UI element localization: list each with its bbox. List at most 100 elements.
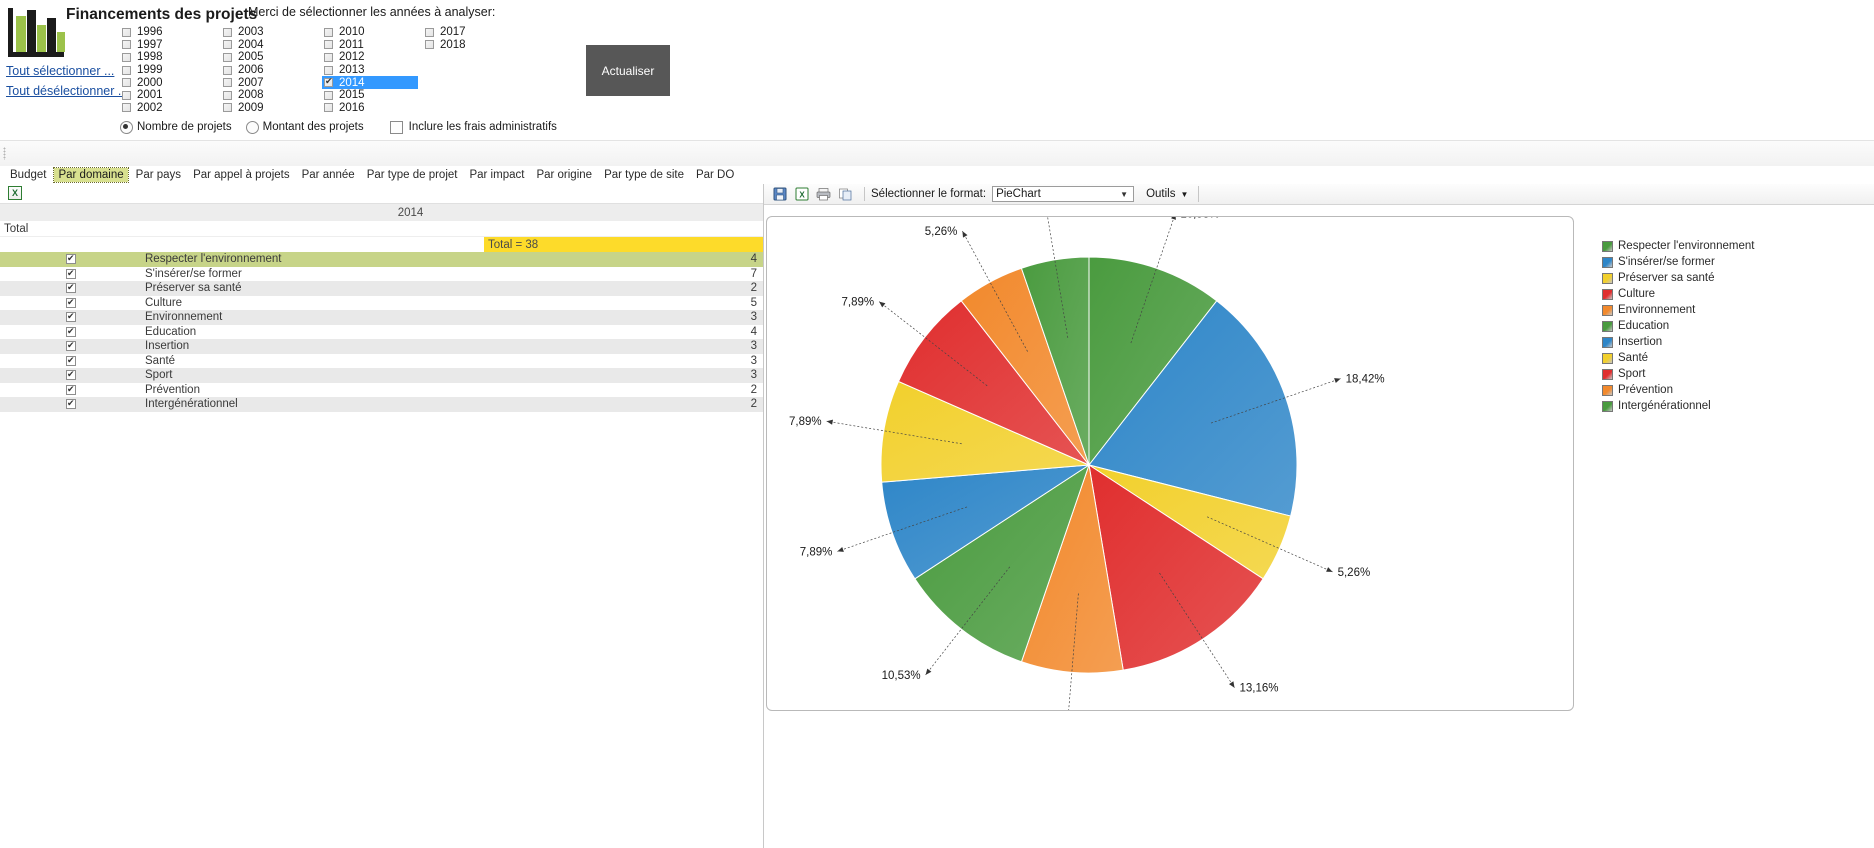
total-badge: Total = 38 xyxy=(484,237,763,252)
checkbox-indicator-2000 xyxy=(122,78,131,88)
year-checkbox-1998[interactable]: 1998 xyxy=(120,51,216,64)
panel-splitter[interactable] xyxy=(0,140,1874,167)
year-checkbox-1999[interactable]: 1999 xyxy=(120,64,216,77)
tab-par-domaine[interactable]: Par domaine xyxy=(53,167,129,183)
year-label: 2008 xyxy=(238,89,264,102)
save-disk-icon[interactable] xyxy=(770,185,789,203)
row-checkbox[interactable] xyxy=(58,252,84,265)
table-row[interactable]: Environnement 3 xyxy=(0,310,763,325)
row-checkbox[interactable] xyxy=(58,383,84,395)
year-checkbox-2018[interactable]: 2018 xyxy=(423,39,519,52)
year-checkbox-2002[interactable]: 2002 xyxy=(120,102,216,115)
tab-par-do[interactable]: Par DO xyxy=(692,168,738,182)
excel-export-icon[interactable]: X xyxy=(792,185,811,203)
row-checkbox[interactable] xyxy=(58,281,84,294)
year-checkbox-2001[interactable]: 2001 xyxy=(120,89,216,102)
year-checkbox-2012[interactable]: 2012 xyxy=(322,51,418,64)
year-checkbox-2013[interactable]: 2013 xyxy=(322,64,418,77)
table-row[interactable]: S'insérer/se former 7 xyxy=(0,266,763,281)
year-checkbox-2011[interactable]: 2011 xyxy=(322,39,418,52)
checkbox-indicator-2016 xyxy=(324,103,333,113)
pie-callout-arrow xyxy=(879,301,886,308)
excel-export-icon[interactable]: X xyxy=(8,186,22,200)
year-checkbox-2000[interactable]: 2000 xyxy=(120,76,216,89)
legend-label: Santé xyxy=(1618,352,1649,364)
year-checkbox-2009[interactable]: 2009 xyxy=(221,102,317,115)
table-row[interactable]: Préserver sa santé 2 xyxy=(0,281,763,296)
tab-par-impact[interactable]: Par impact xyxy=(465,168,528,182)
table-row[interactable]: Education 4 xyxy=(0,324,763,339)
tab-par-type-de-projet[interactable]: Par type de projet xyxy=(363,168,462,182)
year-checkbox-1997[interactable]: 1997 xyxy=(120,39,216,52)
row-checkbox-indicator xyxy=(66,383,76,395)
tab-par-appel-projets[interactable]: Par appel à projets xyxy=(189,168,294,182)
toolbar-divider xyxy=(864,187,865,201)
legend-item: Sport xyxy=(1602,366,1822,382)
legend-swatch xyxy=(1602,272,1613,284)
year-label: 2006 xyxy=(238,64,264,77)
legend-item: Insertion xyxy=(1602,334,1822,350)
year-label: 2012 xyxy=(339,51,365,64)
row-value: 2 xyxy=(750,282,757,295)
year-checkbox-2010[interactable]: 2010 xyxy=(322,26,418,39)
table-row[interactable]: Prévention 2 xyxy=(0,382,763,397)
pie-chart-container: 10,53% 18,42% 5,26% 13,16% 7,89% 10,53% 7,89% 7… xyxy=(766,216,1574,711)
splitter-grip[interactable] xyxy=(3,147,6,160)
table-row[interactable]: Intergénérationnel 2 xyxy=(0,397,763,412)
deselect-all-link[interactable]: Tout désélectionner ... xyxy=(6,84,128,98)
year-checkbox-2004[interactable]: 2004 xyxy=(221,39,317,52)
table-row[interactable]: Sport 3 xyxy=(0,368,763,383)
tools-menu-button[interactable]: Outils ▼ xyxy=(1146,188,1188,200)
year-checkbox-2005[interactable]: 2005 xyxy=(221,51,317,64)
radio-montant-des-projets[interactable]: Montant des projets xyxy=(245,120,364,134)
table-row[interactable]: Culture 5 xyxy=(0,295,763,310)
year-checkbox-2014[interactable]: 2014 xyxy=(322,76,418,89)
year-checkbox-2017[interactable]: 2017 xyxy=(423,26,519,39)
tab-par-pays[interactable]: Par pays xyxy=(132,168,185,182)
select-all-link[interactable]: Tout sélectionner ... xyxy=(6,64,114,78)
row-checkbox[interactable] xyxy=(58,368,84,381)
table-row[interactable]: Insertion 3 xyxy=(0,339,763,354)
tab-par-ann-e[interactable]: Par année xyxy=(298,168,359,182)
legend-swatch xyxy=(1602,368,1613,380)
tab-budget[interactable]: Budget xyxy=(6,168,50,182)
year-checkbox-2006[interactable]: 2006 xyxy=(221,64,317,77)
radio-nombre-de-projets[interactable]: Nombre de projets xyxy=(120,120,232,134)
pie-percent-label: 5,26% xyxy=(925,226,958,238)
year-label: 2002 xyxy=(137,101,163,114)
checkbox-inclure-frais-administratifs[interactable]: Inclure les frais administratifs xyxy=(389,120,557,134)
printer-icon[interactable] xyxy=(814,185,833,203)
table-total-label-row: Total xyxy=(0,222,763,237)
year-checkbox-2016[interactable]: 2016 xyxy=(322,102,418,115)
refresh-button[interactable]: Actualiser xyxy=(586,45,670,96)
table-row[interactable]: Respecter l'environnement 4 xyxy=(0,252,763,267)
legend-label: Insertion xyxy=(1618,336,1663,348)
copy-icon[interactable] xyxy=(836,185,855,203)
legend-item: Respecter l'environnement xyxy=(1602,238,1822,254)
row-checkbox[interactable] xyxy=(58,296,84,308)
row-checkbox[interactable] xyxy=(58,267,84,279)
format-select[interactable]: PieChart ▼ xyxy=(992,186,1135,202)
table-row[interactable]: Santé 3 xyxy=(0,353,763,368)
row-checkbox[interactable] xyxy=(58,354,84,366)
row-checkbox[interactable] xyxy=(58,310,84,323)
year-checkbox-2008[interactable]: 2008 xyxy=(221,89,317,102)
year-column-2: 2003 2004 2005 2006 2007 2008 2009 xyxy=(221,26,317,114)
row-checkbox[interactable] xyxy=(58,325,84,337)
chart-toolbar: X Sélectionner le format: PieChart ▼ Out… xyxy=(764,184,1874,205)
year-checkbox-1996[interactable]: 1996 xyxy=(120,26,216,39)
chart-legend: Respecter l'environnement S'insérer/se fo… xyxy=(1602,238,1822,414)
year-checkbox-2003[interactable]: 2003 xyxy=(221,26,317,39)
year-checkbox-2015[interactable]: 2015 xyxy=(322,89,418,102)
row-checkbox[interactable] xyxy=(58,339,84,352)
column-header-year: 2014 xyxy=(397,206,424,219)
pie-callout-arrow xyxy=(962,231,968,238)
row-checkbox[interactable] xyxy=(58,397,84,410)
year-label: 2014 xyxy=(339,76,365,89)
row-category-name: Sport xyxy=(145,369,173,382)
year-checkbox-2007[interactable]: 2007 xyxy=(221,76,317,89)
row-category-name: Préserver sa santé xyxy=(145,282,242,295)
tab-par-origine[interactable]: Par origine xyxy=(532,168,596,182)
table-body: Respecter l'environnement4S'insérer/se f… xyxy=(0,252,763,412)
tab-par-type-de-site[interactable]: Par type de site xyxy=(600,168,688,182)
